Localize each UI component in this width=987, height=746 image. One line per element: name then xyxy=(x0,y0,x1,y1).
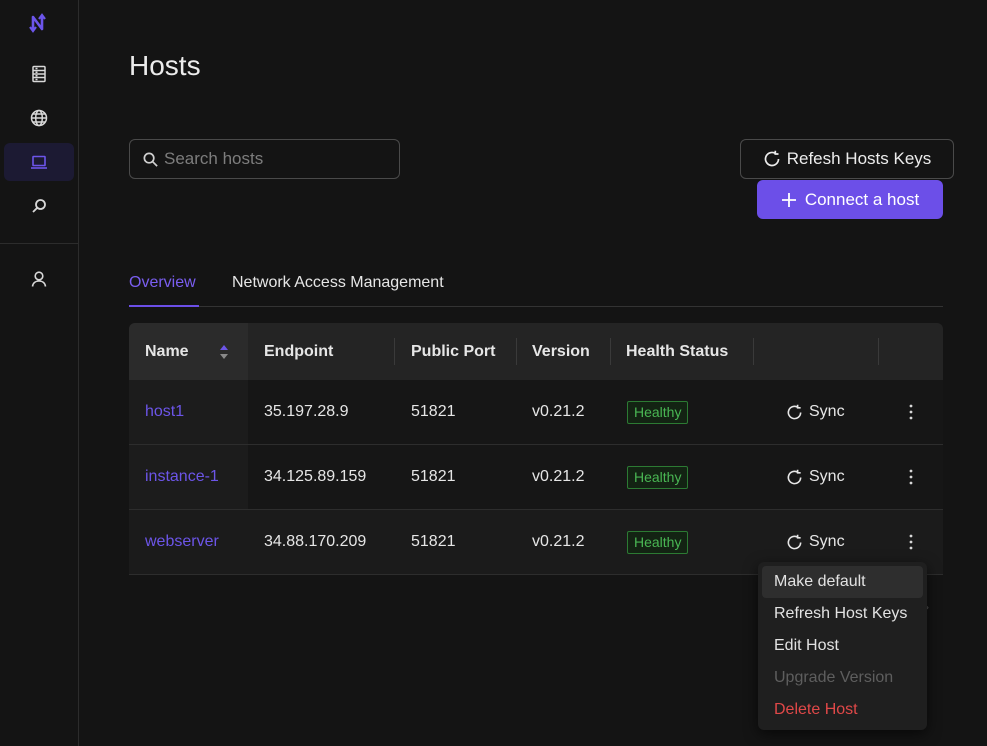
sync-label: Sync xyxy=(809,468,845,485)
page-title: Hosts xyxy=(129,50,201,81)
sync-label: Sync xyxy=(809,403,845,420)
column-header-version: Version xyxy=(532,343,590,360)
refresh-hosts-keys-button[interactable]: Refesh Hosts Keys xyxy=(740,139,954,179)
sidebar-item-account[interactable] xyxy=(4,260,74,298)
refresh-icon xyxy=(787,404,802,419)
plus-icon xyxy=(781,192,796,207)
tabs: Overview Network Access Management xyxy=(129,270,943,307)
sync-button[interactable]: Sync xyxy=(786,380,845,444)
host-name-link[interactable]: webserver xyxy=(145,510,219,574)
host-actions-menu: Make default Refresh Host Keys Edit Host… xyxy=(758,562,927,730)
refresh-icon xyxy=(787,469,802,484)
column-header-endpoint: Endpoint xyxy=(264,343,334,360)
column-separator xyxy=(516,338,517,365)
menu-item-refresh-host-keys[interactable]: Refresh Host Keys xyxy=(762,598,923,630)
search-box[interactable] xyxy=(129,139,400,179)
port-cell: 51821 xyxy=(411,403,456,420)
app-root: Hosts Refesh Hosts Keys Connect a host O… xyxy=(0,0,987,746)
n-logo-icon[interactable] xyxy=(28,12,50,34)
table-row: instance-1 34.125.89.159 51821 v0.21.2 H… xyxy=(129,445,943,510)
more-options-icon[interactable] xyxy=(901,532,921,552)
tab-overview[interactable]: Overview xyxy=(129,270,199,307)
sort-icon[interactable] xyxy=(219,343,229,361)
column-separator xyxy=(394,338,395,365)
table-row: host1 35.197.28.9 51821 v0.21.2 Healthy … xyxy=(129,380,943,445)
menu-item-upgrade-version: Upgrade Version xyxy=(774,669,894,686)
status-badge: Healthy xyxy=(627,531,689,554)
endpoint-cell: 35.197.28.9 xyxy=(264,403,349,420)
column-header-public-port: Public Port xyxy=(411,343,496,360)
sidebar-item-network[interactable] xyxy=(4,99,74,137)
refresh-hosts-keys-label: Refesh Hosts Keys xyxy=(786,149,932,168)
status-badge: Healthy xyxy=(627,466,689,489)
globe-icon xyxy=(30,109,48,127)
column-header-name-label: Name xyxy=(145,343,189,360)
sidebar-divider xyxy=(0,243,78,244)
sidebar-item-servers[interactable] xyxy=(4,55,74,93)
table-header: Name Endpoint Public Port Version Health… xyxy=(129,323,943,380)
connect-host-label: Connect a host xyxy=(804,189,920,209)
connect-host-button[interactable]: Connect a host xyxy=(757,180,943,219)
column-separator xyxy=(878,338,879,365)
column-separator xyxy=(610,338,611,365)
port-cell: 51821 xyxy=(411,533,456,550)
more-options-icon[interactable] xyxy=(901,467,921,487)
host-name-link[interactable]: instance-1 xyxy=(145,445,219,509)
endpoint-cell: 34.125.89.159 xyxy=(264,468,367,485)
hosts-table: Name Endpoint Public Port Version Health… xyxy=(129,323,943,575)
endpoint-cell: 34.88.170.209 xyxy=(264,533,367,550)
more-options-icon[interactable] xyxy=(901,402,921,422)
host-name-link[interactable]: host1 xyxy=(145,380,184,444)
search-icon xyxy=(143,152,158,167)
column-separator xyxy=(753,338,754,365)
column-header-health-status: Health Status xyxy=(626,343,729,360)
servers-icon xyxy=(32,65,46,83)
user-icon xyxy=(31,271,47,287)
sidebar-item-search[interactable] xyxy=(4,187,74,225)
version-cell: v0.21.2 xyxy=(532,468,585,485)
refresh-icon xyxy=(764,150,780,167)
menu-item-edit-host[interactable]: Edit Host xyxy=(762,630,923,662)
search-input[interactable] xyxy=(164,149,384,169)
sync-button[interactable]: Sync xyxy=(786,445,845,509)
menu-item-delete-host[interactable]: Delete Host xyxy=(762,694,923,726)
version-cell: v0.21.2 xyxy=(532,403,585,420)
search-icon xyxy=(32,199,46,213)
menu-item-make-default[interactable]: Make default xyxy=(762,566,923,598)
column-header-name[interactable]: Name xyxy=(129,323,248,380)
tab-network-access-management[interactable]: Network Access Management xyxy=(232,270,444,306)
laptop-icon xyxy=(31,155,47,169)
version-cell: v0.21.2 xyxy=(532,533,585,550)
sync-label: Sync xyxy=(809,533,845,550)
status-badge: Healthy xyxy=(627,401,689,424)
sidebar-item-hosts[interactable] xyxy=(4,143,74,181)
refresh-icon xyxy=(787,534,802,549)
port-cell: 51821 xyxy=(411,468,456,485)
sidebar xyxy=(0,0,79,746)
